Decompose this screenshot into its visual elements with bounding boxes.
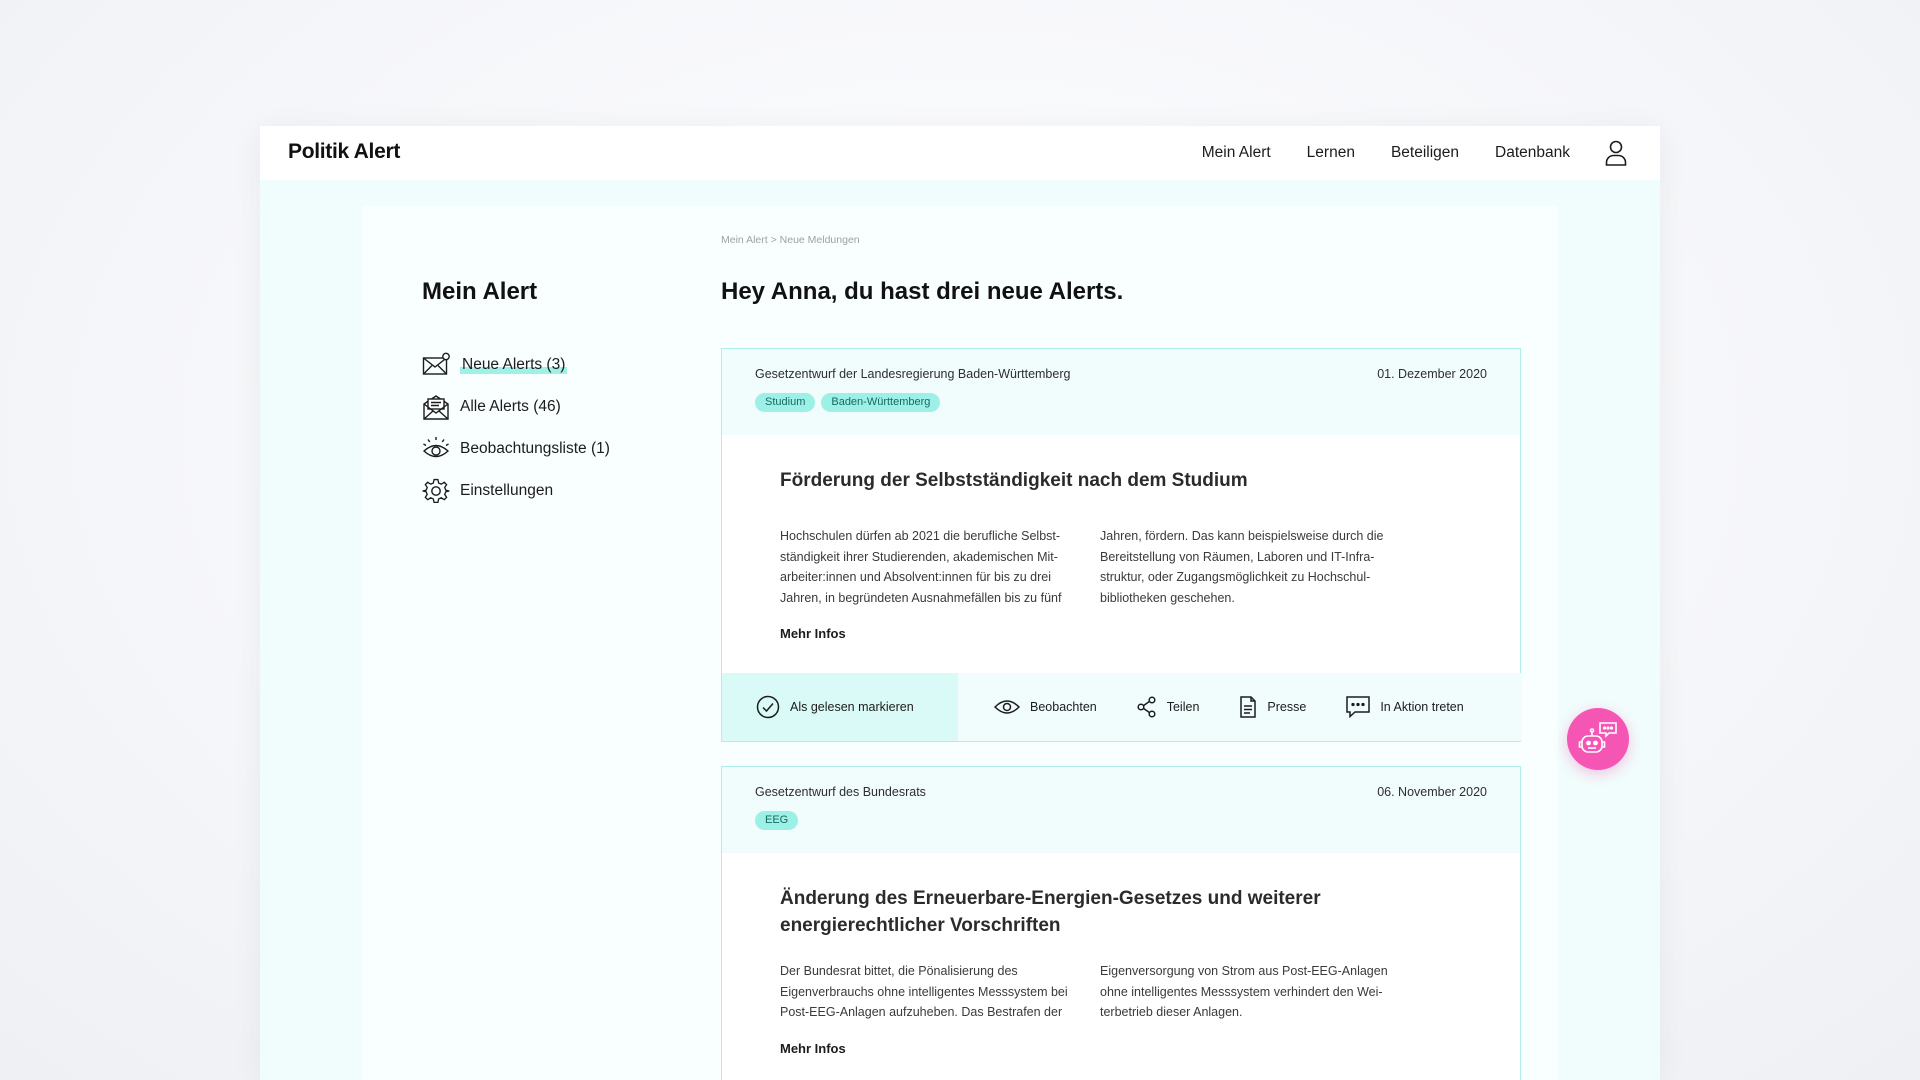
document-icon <box>1240 696 1257 718</box>
alert-text: Hochschulen dürfen ab 2021 die beruflich… <box>780 526 1462 608</box>
alert-text: Der Bundesrat bittet, die Pönalisierung … <box>780 961 1462 1023</box>
content-panel: Mein Alert Neue Alerts (3) Alle Alerts (… <box>362 206 1558 1080</box>
alert-title: Änderung des Erneuerbare-Energien-Gesetz… <box>780 888 1321 936</box>
alert-tags: Studium Baden-Württemberg <box>755 393 941 412</box>
breadcrumb[interactable]: Mein Alert > Neue Meldungen <box>721 234 860 246</box>
sidebar-item-label: Beobachtungsliste (1) <box>460 440 610 457</box>
tag-eeg[interactable]: EEG <box>755 811 799 830</box>
tag-studium[interactable]: Studium <box>755 393 816 412</box>
alert-card-header: Gesetzentwurf des Bundesrats 06. Novembe… <box>722 767 1520 853</box>
sidebar-item-neue-alerts[interactable]: Neue Alerts (3) <box>422 344 610 386</box>
check-circle-icon <box>756 695 780 719</box>
eye-icon <box>422 437 450 458</box>
envelope-icon <box>422 352 450 375</box>
alert-card-header: Gesetzentwurf der Landesregierung Baden-… <box>722 349 1520 435</box>
sidebar-title: Mein Alert <box>422 278 538 305</box>
alert-tags: EEG <box>755 811 799 830</box>
take-action-button[interactable]: In Aktion treten <box>1346 696 1464 718</box>
sidebar-menu: Neue Alerts (3) Alle Alerts (46) Beobach… <box>422 344 610 512</box>
robot-chat-icon <box>1578 722 1617 753</box>
share-label: Teilen <box>1166 700 1200 714</box>
sidebar-item-alle-alerts[interactable]: Alle Alerts (46) <box>422 386 610 428</box>
press-button[interactable]: Presse <box>1239 696 1306 718</box>
page-title: Hey Anna, du hast drei neue Alerts. <box>721 278 1124 305</box>
alert-text-col-1: Hochschulen dürfen ab 2021 die beruflich… <box>780 529 1062 605</box>
alert-source: Gesetzentwurf der Landesregierung Baden-… <box>755 367 1071 381</box>
brand-logo[interactable]: Politik Alert <box>288 140 400 164</box>
sidebar-item-einstellungen[interactable]: Einstellungen <box>422 470 610 512</box>
alert-source: Gesetzentwurf des Bundesrats <box>755 785 926 799</box>
watch-label: Beobachten <box>1030 700 1097 714</box>
top-navigation-bar: Politik Alert Mein Alert Lernen Beteilig… <box>260 126 1660 180</box>
alert-card: Gesetzentwurf der Landesregierung Baden-… <box>721 348 1522 742</box>
alert-text-col-1: Der Bundesrat bittet, die Pönalisierung … <box>780 964 1068 1019</box>
alert-date: 06. November 2020 <box>1377 785 1487 799</box>
nav-item-lernen[interactable]: Lernen <box>1307 144 1355 162</box>
more-info-link[interactable]: Mehr Infos <box>780 626 846 641</box>
mark-read-label: Als gelesen markieren <box>790 700 914 714</box>
alert-date: 01. Dezember 2020 <box>1377 367 1487 381</box>
alert-actions: Als gelesen markieren Beobachten Teilen … <box>722 673 1522 741</box>
more-info-link[interactable]: Mehr Infos <box>780 1041 846 1056</box>
mark-read-button[interactable]: Als gelesen markieren <box>722 673 958 741</box>
gear-icon <box>422 478 450 504</box>
tag-baden-wuerttemberg[interactable]: Baden-Württemberg <box>821 393 941 412</box>
chatbot-button[interactable] <box>1567 708 1629 770</box>
alert-title: Förderung der Selbstständigkeit nach dem… <box>780 470 1248 491</box>
share-button[interactable]: Teilen <box>1137 696 1200 718</box>
watch-button[interactable]: Beobachten <box>994 698 1097 716</box>
main-nav: Mein Alert Lernen Beteiligen Datenbank <box>1166 126 1628 180</box>
alert-card: Gesetzentwurf des Bundesrats 06. Novembe… <box>721 766 1521 1080</box>
share-icon <box>1137 696 1156 718</box>
nav-item-mein-alert[interactable]: Mein Alert <box>1196 144 1276 162</box>
user-icon[interactable] <box>1604 139 1628 167</box>
sidebar-item-label: Alle Alerts (46) <box>460 398 561 415</box>
eye-icon <box>994 700 1020 714</box>
app-window: Politik Alert Mein Alert Lernen Beteilig… <box>260 126 1660 1080</box>
alert-text-col-2: Jahren, fördern. Das kann beispielsweise… <box>1100 529 1384 605</box>
sidebar-item-label: Einstellungen <box>460 482 554 499</box>
sidebar-item-beobachtungsliste[interactable]: Beobachtungsliste (1) <box>422 428 610 470</box>
take-action-label: In Aktion treten <box>1380 700 1464 714</box>
alert-card-body: Förderung der Selbstständigkeit nach dem… <box>722 435 1520 643</box>
mail-open-icon <box>423 395 449 420</box>
alert-text-col-2: Eigenversorgung von Strom aus Post-EEG-A… <box>1100 964 1388 1019</box>
nav-item-beteiligen[interactable]: Beteiligen <box>1391 144 1459 162</box>
alert-card-body: Änderung des Erneuerbare-Energien-Gesetz… <box>722 853 1520 1058</box>
sidebar-item-label: Neue Alerts (3) <box>460 356 568 374</box>
alert-secondary-actions: Beobachten Teilen Presse In Aktion trete… <box>994 696 1464 718</box>
press-label: Presse <box>1267 700 1307 714</box>
nav-item-datenbank[interactable]: Datenbank <box>1495 144 1570 162</box>
chat-icon <box>1346 696 1371 718</box>
